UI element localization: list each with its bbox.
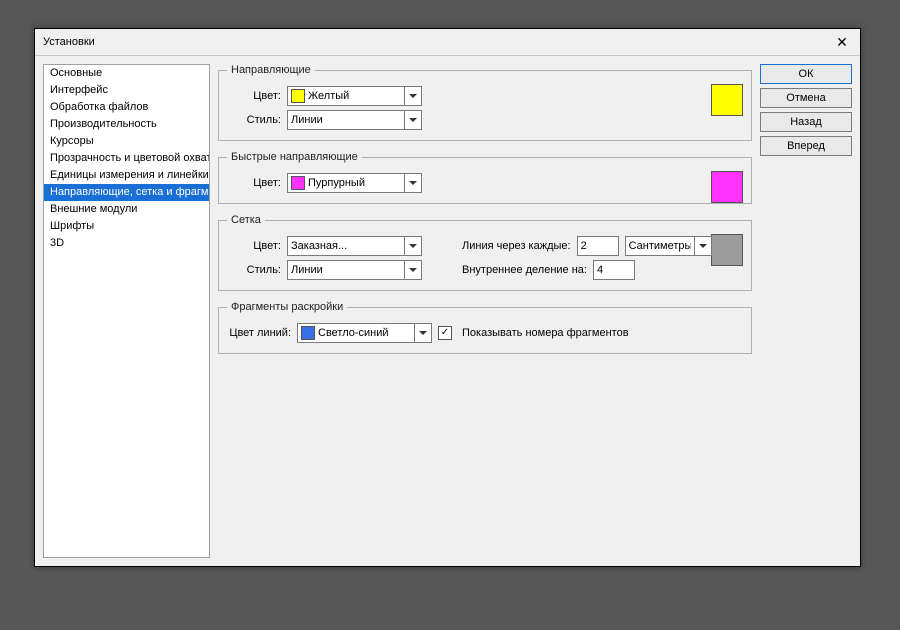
- grid-gridline-unit: Сантиметры: [629, 240, 691, 252]
- guides-preview-swatch[interactable]: [711, 84, 743, 116]
- guides-style-value: Линии: [291, 114, 401, 126]
- group-smart-guides: Быстрые направляющие Цвет: Пурпурный: [218, 151, 752, 204]
- smart-guides-preview-swatch[interactable]: [711, 171, 743, 203]
- sidebar-item[interactable]: 3D: [44, 235, 209, 252]
- slices-line-color-swatch: [301, 326, 315, 340]
- sidebar: ОсновныеИнтерфейсОбработка файловПроизво…: [43, 64, 210, 558]
- smart-guides-color-combo[interactable]: Пурпурный: [287, 173, 422, 193]
- chevron-down-icon: [404, 111, 421, 129]
- group-guides-legend: Направляющие: [227, 64, 315, 76]
- sidebar-item[interactable]: Направляющие, сетка и фрагменты: [44, 184, 209, 201]
- ok-button[interactable]: ОК: [760, 64, 852, 84]
- grid-gridline-unit-combo[interactable]: Сантиметры: [625, 236, 712, 256]
- group-slices: Фрагменты раскройки Цвет линий: Светло-с…: [218, 301, 752, 354]
- grid-gridline-label: Линия через каждые:: [462, 240, 571, 252]
- group-slices-legend: Фрагменты раскройки: [227, 301, 347, 313]
- grid-color-label: Цвет:: [227, 240, 281, 252]
- guides-color-value: Желтый: [308, 90, 401, 102]
- button-column: ОК Отмена Назад Вперед: [760, 64, 852, 558]
- grid-gridline-value[interactable]: 2: [577, 236, 619, 256]
- guides-color-combo[interactable]: Желтый: [287, 86, 422, 106]
- slices-line-color-combo[interactable]: Светло-синий: [297, 323, 432, 343]
- sidebar-item[interactable]: Шрифты: [44, 218, 209, 235]
- sidebar-item[interactable]: Единицы измерения и линейки: [44, 167, 209, 184]
- grid-color-value: Заказная...: [291, 240, 401, 252]
- sidebar-item[interactable]: Интерфейс: [44, 82, 209, 99]
- smart-guides-color-value: Пурпурный: [308, 177, 401, 189]
- window-title: Установки: [43, 36, 832, 48]
- slices-line-color-value: Светло-синий: [318, 327, 411, 339]
- group-grid: Сетка Цвет: Заказная... Линия через кажд…: [218, 214, 752, 291]
- chevron-down-icon: [404, 261, 421, 279]
- smart-guides-color-swatch: [291, 176, 305, 190]
- chevron-down-icon: [404, 87, 421, 105]
- titlebar: Установки ✕: [35, 29, 860, 56]
- forward-button[interactable]: Вперед: [760, 136, 852, 156]
- grid-subdiv-value[interactable]: 4: [593, 260, 635, 280]
- chevron-down-icon: [414, 324, 431, 342]
- group-grid-legend: Сетка: [227, 214, 265, 226]
- grid-preview-swatch[interactable]: [711, 234, 743, 266]
- chevron-down-icon: [404, 174, 421, 192]
- preferences-dialog: Установки ✕ ОсновныеИнтерфейсОбработка ф…: [34, 28, 861, 567]
- sidebar-item[interactable]: Основные: [44, 65, 209, 82]
- group-smart-guides-legend: Быстрые направляющие: [227, 151, 362, 163]
- slices-show-numbers-checkbox[interactable]: [438, 326, 452, 340]
- cancel-button[interactable]: Отмена: [760, 88, 852, 108]
- form-column: Направляющие Цвет: Желтый Стиль: Л: [218, 64, 752, 558]
- guides-color-label: Цвет:: [227, 90, 281, 102]
- group-guides: Направляющие Цвет: Желтый Стиль: Л: [218, 64, 752, 141]
- chevron-down-icon: [694, 237, 711, 255]
- chevron-down-icon: [404, 237, 421, 255]
- close-icon[interactable]: ✕: [832, 32, 852, 52]
- grid-style-combo[interactable]: Линии: [287, 260, 422, 280]
- sidebar-item[interactable]: Производительность: [44, 116, 209, 133]
- guides-style-label: Стиль:: [227, 114, 281, 126]
- grid-color-combo[interactable]: Заказная...: [287, 236, 422, 256]
- slices-show-numbers-label: Показывать номера фрагментов: [462, 327, 629, 339]
- sidebar-item[interactable]: Обработка файлов: [44, 99, 209, 116]
- grid-subdiv-label: Внутреннее деление на:: [462, 264, 587, 276]
- slices-line-color-label: Цвет линий:: [227, 327, 291, 339]
- grid-style-label: Стиль:: [227, 264, 281, 276]
- smart-guides-color-label: Цвет:: [227, 177, 281, 189]
- main-area: Направляющие Цвет: Желтый Стиль: Л: [218, 64, 852, 558]
- sidebar-item[interactable]: Внешние модули: [44, 201, 209, 218]
- back-button[interactable]: Назад: [760, 112, 852, 132]
- guides-color-swatch: [291, 89, 305, 103]
- sidebar-item[interactable]: Курсоры: [44, 133, 209, 150]
- sidebar-item[interactable]: Прозрачность и цветовой охват: [44, 150, 209, 167]
- guides-style-combo[interactable]: Линии: [287, 110, 422, 130]
- grid-style-value: Линии: [291, 264, 401, 276]
- dialog-body: ОсновныеИнтерфейсОбработка файловПроизво…: [35, 56, 860, 566]
